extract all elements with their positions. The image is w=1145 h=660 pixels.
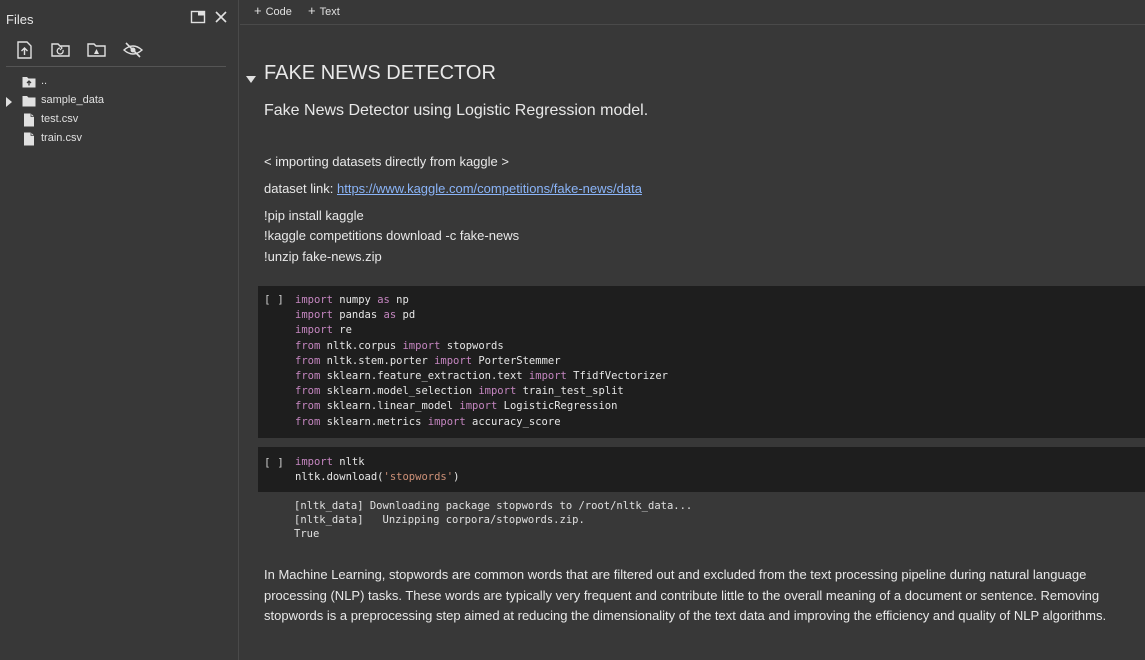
code-text: sklearn.linear_model <box>320 400 460 413</box>
code-keyword: as <box>377 294 390 306</box>
import-note-text: < importing datasets directly from kaggl… <box>264 154 509 169</box>
code-text: ) <box>453 471 460 484</box>
refresh-folder-icon[interactable] <box>50 40 72 60</box>
shell-command-line: !pip install kaggle <box>264 208 364 223</box>
output-line: [nltk_data] Downloading package stopword… <box>294 500 693 512</box>
code-cell-nltk[interactable]: [ ] import nltk nltk.download('stopwords… <box>258 447 1145 492</box>
dataset-link-line: dataset link: https://www.kaggle.com/com… <box>264 181 642 196</box>
code-line: import re <box>295 323 668 338</box>
code-text: pandas <box>332 309 384 322</box>
section-heading: FAKE NEWS DETECTOR <box>264 62 496 84</box>
code-keyword: from <box>295 370 321 383</box>
code-keyword: from <box>295 400 321 413</box>
code-text: accuracy_score <box>465 415 561 428</box>
code-text: nltk.download( <box>295 471 384 484</box>
code-text: nltk.corpus <box>320 339 403 352</box>
tree-item-label: train.csv <box>41 132 82 144</box>
mount-drive-icon[interactable] <box>86 40 108 60</box>
cell-output: [nltk_data] Downloading package stopword… <box>294 499 692 541</box>
code-text: numpy <box>332 294 378 306</box>
code-text: train_test_split <box>516 385 624 398</box>
tree-item-train-csv[interactable]: train.csv <box>0 130 239 148</box>
code-text: sklearn.model_selection <box>320 385 479 398</box>
tree-item-label: .. <box>41 75 48 87</box>
files-panel-title: Files <box>6 12 34 27</box>
subtitle-text: Fake News Detector using Logistic Regres… <box>264 102 649 119</box>
sidebar-divider <box>6 66 226 67</box>
code-line: from nltk.stem.porter import PorterStemm… <box>295 354 668 369</box>
add-text-label: Text <box>319 6 340 18</box>
code-line: import pandas as pd <box>295 308 668 323</box>
file-icon <box>22 113 36 127</box>
code-text: pd <box>396 309 416 322</box>
code-keyword: import <box>402 339 441 352</box>
dataset-link[interactable]: https://www.kaggle.com/competitions/fake… <box>337 181 642 196</box>
code-editor[interactable]: import nltk nltk.download('stopwords') <box>295 455 459 485</box>
code-text: sklearn.feature_extraction.text <box>320 370 529 383</box>
code-text: sklearn.metrics <box>320 415 428 428</box>
output-line: True <box>294 528 320 540</box>
stopwords-explanation: In Machine Learning, stopwords are commo… <box>264 567 1107 623</box>
tree-item-label: sample_data <box>41 94 104 106</box>
notebook-area: + Code + Text FAKE NEWS DETECTOR Fake News… <box>240 0 1145 660</box>
open-in-tab-icon[interactable] <box>190 9 206 25</box>
add-code-cell-button[interactable]: + Code <box>254 3 292 18</box>
run-cell-button[interactable]: [ ] <box>264 456 284 469</box>
plus-icon: + <box>308 3 316 18</box>
folder-icon <box>22 94 36 108</box>
notebook-toolbar: + Code + Text <box>240 0 1145 25</box>
code-text: np <box>389 294 409 306</box>
code-line: import numpy as np <box>295 293 668 308</box>
code-line: from sklearn.metrics import accuracy_sco… <box>295 415 668 430</box>
plus-icon: + <box>254 3 262 18</box>
code-text: re <box>332 324 352 337</box>
shell-command-line: !kaggle competitions download -c fake-ne… <box>264 228 520 243</box>
hide-hidden-files-icon[interactable] <box>122 40 144 60</box>
code-keyword: from <box>295 385 321 398</box>
code-keyword: from <box>295 415 321 428</box>
run-cell-button[interactable]: [ ] <box>264 293 284 306</box>
close-panel-icon[interactable] <box>213 9 229 25</box>
expand-caret-icon[interactable] <box>6 97 12 107</box>
file-browser-panel: Files .. sample_data test.csv train.csv <box>0 0 239 660</box>
tree-item-parent-folder[interactable]: .. <box>0 73 239 91</box>
code-editor[interactable]: import numpy as np import pandas as pd imp… <box>295 293 668 430</box>
tree-item-label: test.csv <box>41 113 79 125</box>
add-text-cell-button[interactable]: + Text <box>308 3 340 18</box>
code-keyword: from <box>295 354 321 367</box>
code-text: nltk <box>332 456 365 468</box>
code-keyword: import <box>295 294 333 306</box>
code-text: stopwords <box>440 339 504 352</box>
code-keyword: import <box>434 354 473 367</box>
upload-file-icon[interactable] <box>14 40 36 60</box>
code-keyword: import <box>295 456 333 468</box>
code-keyword: import <box>459 400 498 413</box>
code-line: from sklearn.feature_extraction.text imp… <box>295 369 668 384</box>
code-text: nltk.stem.porter <box>320 354 435 367</box>
code-keyword: import <box>295 309 333 322</box>
shell-command-line: !unzip fake-news.zip <box>264 249 382 264</box>
file-icon <box>22 132 36 146</box>
code-text: PorterStemmer <box>472 354 561 367</box>
code-cell-imports[interactable]: [ ] import numpy as np import pandas as p… <box>258 286 1145 438</box>
code-keyword: import <box>295 324 333 337</box>
folder-up-icon <box>22 75 36 89</box>
tree-item-sample-data[interactable]: sample_data <box>0 92 239 110</box>
code-string: 'stopwords' <box>383 471 454 484</box>
code-text: TfidfVectorizer <box>566 370 669 383</box>
code-text: LogisticRegression <box>497 400 618 413</box>
tree-item-test-csv[interactable]: test.csv <box>0 111 239 129</box>
code-line: from sklearn.linear_model import Logisti… <box>295 399 668 414</box>
code-keyword: as <box>383 309 397 322</box>
dataset-link-prefix: dataset link: <box>264 181 337 196</box>
output-line: [nltk_data] Unzipping corpora/stopwords.… <box>294 514 585 526</box>
code-line: from nltk.corpus import stopwords <box>295 339 668 354</box>
collapse-section-icon[interactable] <box>246 70 256 83</box>
code-line: from sklearn.model_selection import trai… <box>295 384 668 399</box>
code-keyword: import <box>528 370 567 383</box>
code-keyword: import <box>427 415 466 428</box>
code-keyword: import <box>478 385 517 398</box>
add-code-label: Code <box>265 6 292 18</box>
code-keyword: from <box>295 339 321 352</box>
